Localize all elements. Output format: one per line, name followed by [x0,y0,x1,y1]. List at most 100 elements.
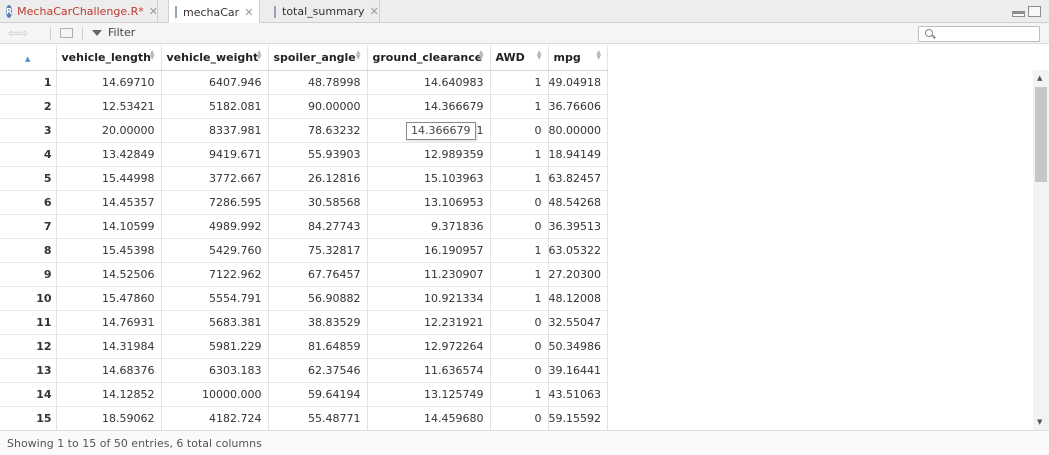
table-cell[interactable]: 48.12008 [548,286,608,311]
vertical-scrollbar[interactable]: ▲ ▼ [1033,70,1049,430]
tab-mechacar[interactable]: mechaCar ✕ [168,0,260,24]
table-cell[interactable]: 14.31984 [56,334,162,359]
table-cell[interactable]: 1 [490,166,549,191]
table-cell[interactable]: 12.989359 [367,142,491,167]
sort-icon[interactable]: ▲ ▼ [479,50,484,61]
table-cell[interactable]: 8337.981 [161,118,269,143]
maximize-icon[interactable] [1028,6,1041,17]
table-cell[interactable]: 14.45357 [56,190,162,215]
table-cell[interactable]: 11.230907 [367,262,491,287]
table-cell[interactable]: 14.640983 [367,70,491,95]
close-icon[interactable]: ✕ [370,5,379,18]
close-icon[interactable]: ✕ [149,5,158,18]
sort-icon[interactable]: ▲ ▼ [537,50,542,61]
table-cell[interactable]: 0 [490,118,549,143]
table-cell[interactable]: 36.76606 [548,94,608,119]
table-cell[interactable]: 48.78998 [268,70,368,95]
table-cell[interactable]: 0 [490,334,549,359]
table-cell[interactable]: 63.05322 [548,238,608,263]
table-cell[interactable]: 12.231921 [367,310,491,335]
table-cell[interactable]: 13.42849 [56,142,162,167]
table-cell[interactable]: 59.15592 [548,406,608,431]
table-cell[interactable]: 9.371836 [367,214,491,239]
column-header-awd[interactable]: AWD ▲ ▼ [490,45,549,71]
table-cell[interactable]: 48.54268 [548,190,608,215]
table-cell[interactable]: 30.58568 [268,190,368,215]
table-cell[interactable]: 0 [490,310,549,335]
close-icon[interactable]: ✕ [244,6,253,19]
table-cell[interactable]: 14.76931 [56,310,162,335]
table-cell[interactable]: 1 [490,142,549,167]
table-cell[interactable]: 13.125749 [367,382,491,407]
table-cell[interactable]: 10000.000 [161,382,269,407]
table-cell[interactable]: 14.52506 [56,262,162,287]
table-cell[interactable]: 27.20300 [548,262,608,287]
table-cell[interactable]: 18.94149 [548,142,608,167]
table-cell[interactable]: 80.00000 [548,118,608,143]
table-cell[interactable]: 15.45398 [56,238,162,263]
table-cell[interactable]: 56.90882 [268,286,368,311]
table-cell[interactable]: 7122.962 [161,262,269,287]
scroll-down-icon[interactable]: ▼ [1037,418,1042,426]
table-cell[interactable]: 11.636574 [367,358,491,383]
table-cell[interactable]: 20.00000 [56,118,162,143]
minimize-icon[interactable] [1012,11,1025,17]
table-cell[interactable]: 9419.671 [161,142,269,167]
tab-total-summary[interactable]: total_summary ✕ [268,0,380,23]
table-cell[interactable]: 16.190957 [367,238,491,263]
table-cell[interactable]: 3772.667 [161,166,269,191]
table-cell[interactable]: 78.63232 [268,118,368,143]
table-cell[interactable]: 1 [490,238,549,263]
column-header-vehicle-weight[interactable]: vehicle_weight ▲ ▼ [161,45,269,71]
table-cell[interactable]: 15.103963 [367,166,491,191]
filter-button[interactable]: Filter [92,26,135,39]
table-cell[interactable]: 49.04918 [548,70,608,95]
table-cell[interactable]: 6407.946 [161,70,269,95]
table-cell[interactable]: 26.12816 [268,166,368,191]
table-cell[interactable]: 0 [490,406,549,431]
table-cell[interactable]: 62.37546 [268,358,368,383]
table-cell[interactable]: 18.59062 [56,406,162,431]
sort-icon[interactable]: ▲ ▼ [596,50,601,61]
column-header-ground-clearance[interactable]: ground_clearance ▲ ▼ [367,45,491,71]
table-cell[interactable]: 15.47860 [56,286,162,311]
column-header-mpg[interactable]: mpg ▲ ▼ [548,45,608,71]
table-cell[interactable]: 14.366679 [367,94,491,119]
sort-icon[interactable]: ▲ ▼ [356,50,361,61]
table-cell[interactable]: 1 [490,70,549,95]
table-cell[interactable]: 0 [490,214,549,239]
table-cell[interactable]: 4989.992 [161,214,269,239]
table-cell[interactable]: 32.55047 [548,310,608,335]
table-cell[interactable]: 7286.595 [161,190,269,215]
table-cell[interactable]: 75.32817 [268,238,368,263]
back-forward-icon[interactable]: ⇦⇨ [8,26,28,40]
table-cell[interactable]: 15.44998 [56,166,162,191]
popout-icon[interactable] [60,28,73,38]
table-cell[interactable]: 59.64194 [268,382,368,407]
table-cell[interactable]: 84.27743 [268,214,368,239]
table-cell[interactable]: 90.00000 [268,94,368,119]
table-cell[interactable]: 14.459680 [367,406,491,431]
table-cell[interactable]: 5429.760 [161,238,269,263]
table-cell[interactable]: 50.34986 [548,334,608,359]
table-cell[interactable]: 63.82457 [548,166,608,191]
table-cell[interactable]: 10.921334 [367,286,491,311]
table-cell[interactable]: 14.12852 [56,382,162,407]
table-cell[interactable]: 1 [490,94,549,119]
table-cell[interactable]: 0 [490,358,549,383]
table-cell[interactable]: 0 [490,190,549,215]
scrollbar-thumb[interactable] [1035,87,1047,182]
table-cell[interactable]: 36.39513 [548,214,608,239]
table-cell[interactable]: 6303.183 [161,358,269,383]
column-header-spoiler-angle[interactable]: spoiler_angle ▲ ▼ [268,45,368,71]
table-cell[interactable]: 55.93903 [268,142,368,167]
table-cell[interactable]: 81.64859 [268,334,368,359]
table-cell[interactable]: 1 [490,382,549,407]
table-cell[interactable]: 67.76457 [268,262,368,287]
table-cell[interactable]: 1 [490,286,549,311]
table-cell[interactable]: 1 [490,262,549,287]
table-cell[interactable]: 5981.229 [161,334,269,359]
table-cell[interactable]: 43.51063 [548,382,608,407]
table-cell[interactable]: 55.48771 [268,406,368,431]
table-cell[interactable]: 5182.081 [161,94,269,119]
